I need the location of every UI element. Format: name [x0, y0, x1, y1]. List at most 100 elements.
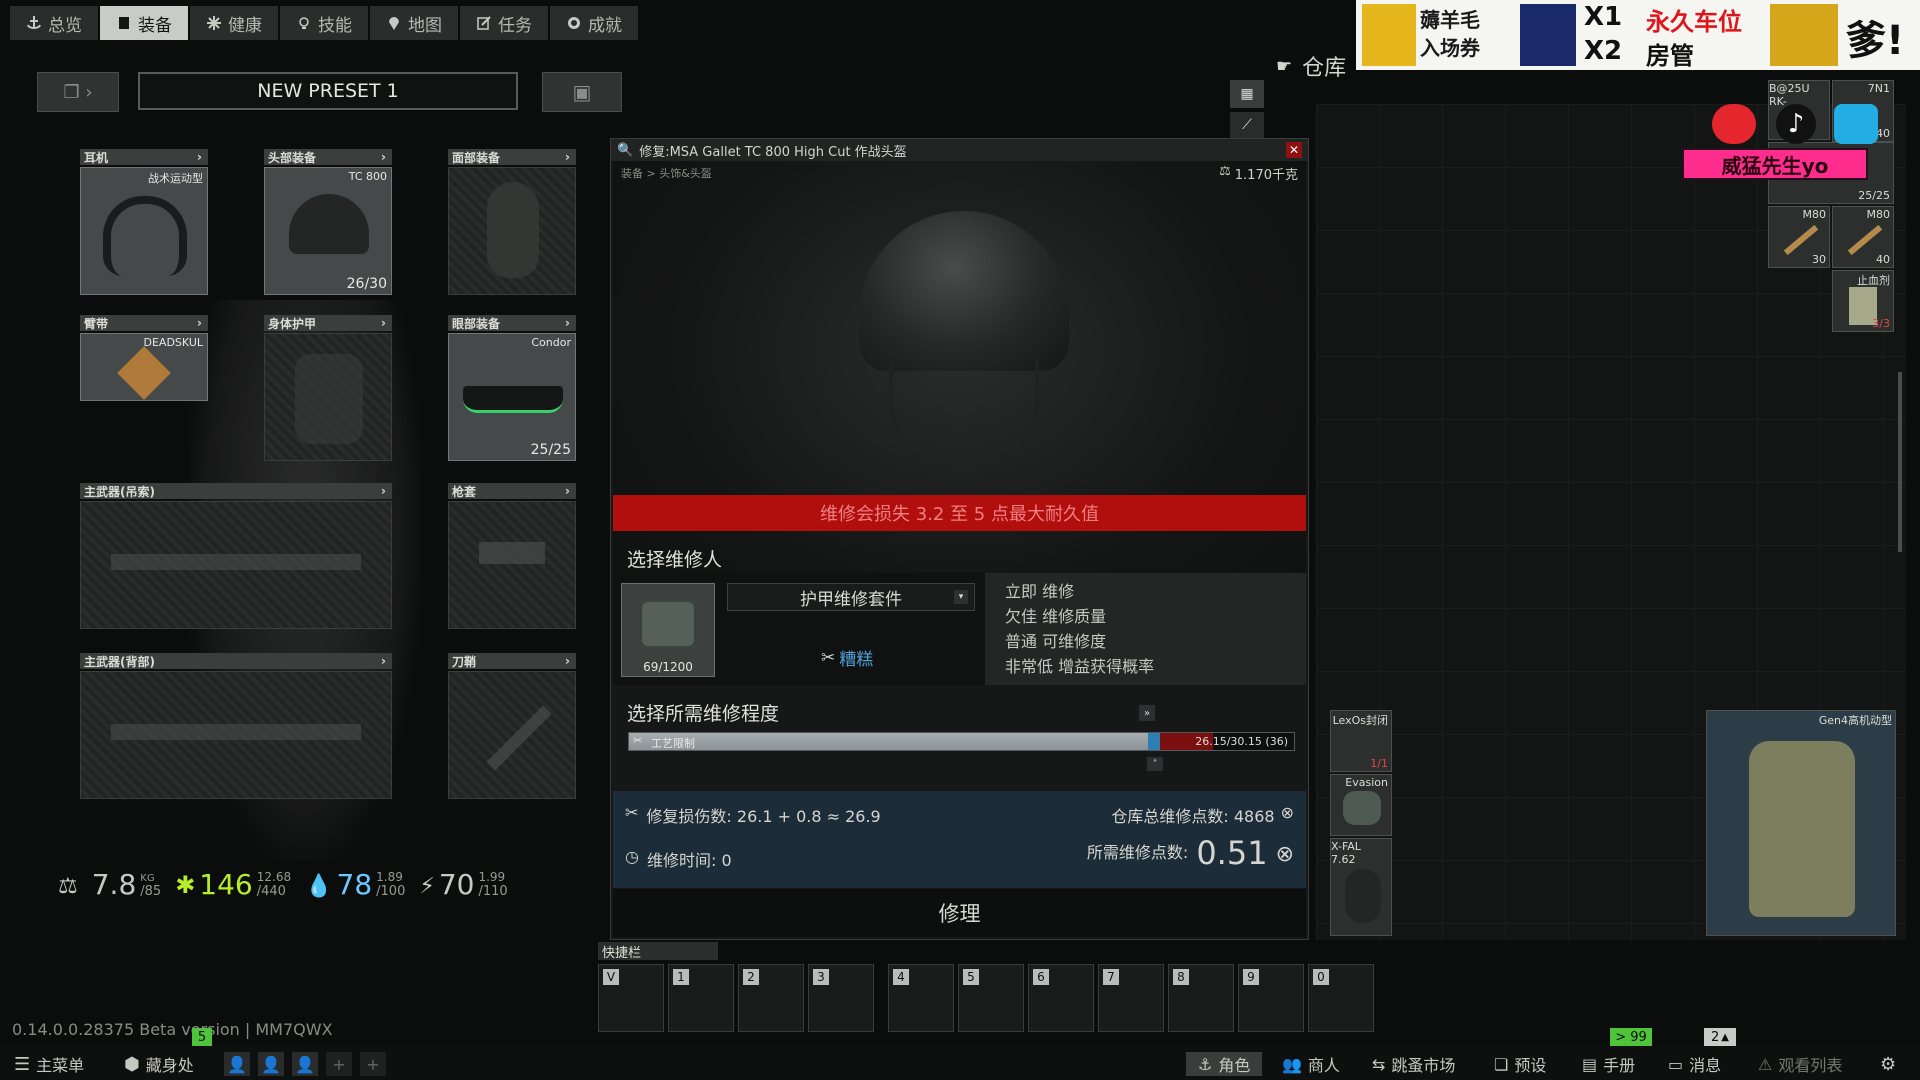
quickbar-label: 快捷栏 [598, 942, 718, 961]
repair-summary: ✂ 修复损伤数: 26.1 + 0.8 ≈ 26.9 ◷ 维修时间: 0 仓库总… [613, 791, 1306, 888]
slot-label: 主武器(背部) [84, 654, 155, 669]
slot-armband[interactable]: DEADSKUL [80, 333, 208, 401]
slider-handle[interactable] [1147, 733, 1160, 750]
stash-item[interactable]: M80 40 [1832, 206, 1894, 268]
slot-label: 臂带 [84, 316, 109, 331]
slot-armband-header[interactable]: 臂带 › [80, 315, 208, 331]
stash-item[interactable]: M80 30 [1768, 206, 1830, 268]
slot-holster-header[interactable]: 枪套 › [448, 483, 576, 499]
flea-market-label: 跳蚤市场 [1391, 1056, 1456, 1075]
tab-equipment[interactable]: 装备 [100, 6, 188, 40]
tab-overview[interactable]: 总览 [10, 6, 98, 40]
add-member-icon[interactable]: + [360, 1052, 386, 1076]
ammo-icon [1783, 224, 1819, 256]
slot-headwear-header[interactable]: 头部装备 › [264, 149, 392, 165]
stash-item[interactable]: Gen4高机动型 [1706, 710, 1896, 936]
slot-eyewear[interactable]: Condor 25/25 [448, 333, 576, 461]
repair-time: ◷ 维修时间: 0 [625, 847, 732, 871]
party-member-icon[interactable]: 👤 [258, 1052, 284, 1076]
tab-health[interactable]: 健康 [190, 6, 278, 40]
stash-scrollbar[interactable] [1898, 372, 1902, 552]
grid-view-button[interactable]: ▦ [1230, 80, 1264, 108]
quickbar-slot[interactable]: 2 [738, 964, 804, 1032]
party-member-icon[interactable]: 👤 [292, 1052, 318, 1076]
stash-header[interactable]: ☛ 仓库 [1276, 50, 1346, 82]
quickbar-slot[interactable]: 5 [958, 964, 1024, 1032]
messages-button[interactable]: ▭ 消息 [1668, 1052, 1721, 1076]
presets-button[interactable]: ❏ 预设 [1494, 1052, 1546, 1076]
slot-key: 8 [1173, 969, 1189, 985]
sort-button[interactable]: ⟋ [1230, 112, 1264, 138]
party-member-icon[interactable]: 👤 [224, 1052, 250, 1076]
drum-magazine-icon [1345, 869, 1381, 923]
hideout-button[interactable]: ⬢ 藏身处 [124, 1052, 194, 1076]
slot-holster[interactable] [448, 501, 576, 629]
slot-earpiece-header[interactable]: 耳机 › [80, 149, 208, 165]
tab-tasks[interactable]: 任务 [460, 6, 548, 40]
quickbar-slot[interactable]: 1 [668, 964, 734, 1032]
slot-body-armor-header[interactable]: 身体护甲 › [264, 315, 392, 331]
slot-scabbard-header[interactable]: 刀鞘 › [448, 653, 576, 669]
slot-body-armor[interactable] [264, 333, 392, 461]
slot-primary-sling[interactable] [80, 501, 392, 629]
quickbar-slot[interactable]: 0 [1308, 964, 1374, 1032]
handbook-button[interactable]: ▤ 手册 [1582, 1052, 1635, 1076]
repair-degree-slider[interactable]: ✂ 工艺限制 26.15/30.15 (36) [628, 732, 1295, 751]
trophy-icon [1770, 4, 1838, 66]
quickbar-slot[interactable]: 8 [1168, 964, 1234, 1032]
repair-kit-select[interactable]: 护甲维修套件 ▾ [727, 583, 975, 611]
slot-eyewear-header[interactable]: 眼部装备 › [448, 315, 576, 331]
main-menu-button[interactable]: ☰ 主菜单 [14, 1052, 84, 1076]
quickbar-slot[interactable]: 4 [888, 964, 954, 1032]
character-button[interactable]: ⚓ 角色 [1186, 1052, 1263, 1076]
preset-save-button[interactable]: ▣ [542, 72, 622, 112]
presets-icon: ❏ [1494, 1054, 1509, 1074]
slot-headwear[interactable]: TC 800 26/30 [264, 167, 392, 295]
tab-map[interactable]: 地图 [370, 6, 458, 40]
collapse-button[interactable]: ˄ [1147, 757, 1163, 771]
version-string: 0.14.0.0.28375 Beta version | MM7QWX [12, 1020, 333, 1039]
quickbar-slot[interactable]: 9 [1238, 964, 1304, 1032]
repair-kit-thumbnail[interactable]: 69/1200 [621, 583, 715, 677]
quickbar-slot[interactable]: 7 [1098, 964, 1164, 1032]
chevron-right-icon: › [381, 150, 386, 164]
add-member-icon[interactable]: + [326, 1052, 352, 1076]
quickbar-slot[interactable]: V [598, 964, 664, 1032]
flea-market-button[interactable]: ⇆ 跳蚤市场 [1372, 1052, 1455, 1076]
slot-earpiece[interactable]: 战术运动型 [80, 167, 208, 295]
item-name: LexOs封闭 [1332, 714, 1388, 727]
stash-item[interactable]: Evasion [1330, 774, 1392, 836]
slot-primary-back[interactable] [80, 671, 392, 799]
wrench-icon: ✂ [625, 803, 639, 822]
settings-button[interactable]: ⚙ [1880, 1052, 1896, 1076]
stash-item[interactable]: LexOs封闭 1/1 [1330, 710, 1392, 772]
anchor-icon: ⚓ [1198, 1054, 1213, 1074]
quickbar-slot[interactable]: 6 [1028, 964, 1094, 1032]
tab-achievements[interactable]: 成就 [550, 6, 638, 40]
repair-button[interactable]: 修理 [613, 889, 1306, 937]
health-icon [207, 16, 221, 30]
slot-primary-sling-header[interactable]: 主武器(吊索) › [80, 483, 392, 499]
preset-list-button[interactable]: ❐ › [37, 72, 119, 112]
close-button[interactable]: ✕ [1286, 142, 1302, 158]
slot-primary-back-header[interactable]: 主武器(背部) › [80, 653, 392, 669]
banner-text: X1 [1584, 2, 1623, 32]
quickbar-slot[interactable]: 3 [808, 964, 874, 1032]
traders-button[interactable]: 👥 商人 [1282, 1052, 1340, 1076]
tab-skills[interactable]: 技能 [280, 6, 368, 40]
preset-name-field[interactable]: NEW PRESET 1 [138, 72, 518, 110]
item-short-name: Condor [531, 336, 571, 349]
slot-scabbard[interactable] [448, 671, 576, 799]
slot-key: 2 [743, 969, 759, 985]
watchlist-button[interactable]: ⚠ 观看列表 [1758, 1052, 1842, 1076]
stash-item[interactable]: X-FAL 7.62 [1330, 838, 1392, 936]
slot-face-cover[interactable] [448, 167, 576, 295]
item-name: Gen4高机动型 [1818, 714, 1892, 727]
dialog-title-bar[interactable]: 🔍 修复:MSA Gallet TC 800 High Cut 作战头盔 ✕ [611, 139, 1308, 161]
headset-icon [103, 196, 187, 276]
character-label: 角色 [1218, 1056, 1251, 1075]
expand-button[interactable]: » [1139, 705, 1155, 721]
stash-item[interactable]: 止血剂 3/3 [1832, 270, 1894, 332]
save-icon: ▣ [572, 80, 592, 104]
slot-face-cover-header[interactable]: 面部装备 › [448, 149, 576, 165]
